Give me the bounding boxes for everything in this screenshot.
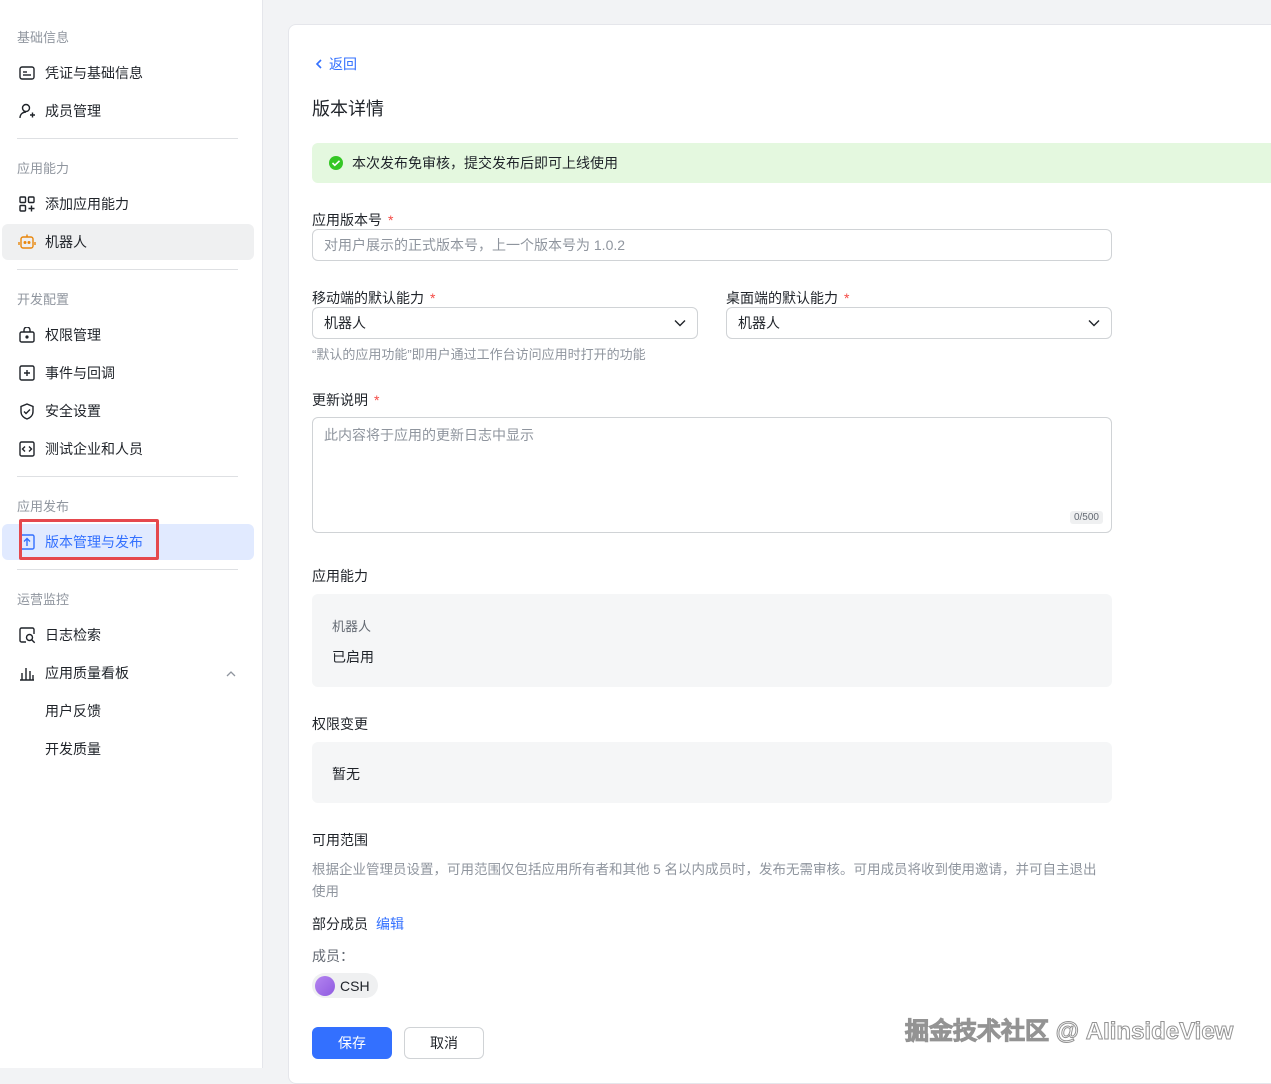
sidebar-item-label: 机器人	[45, 234, 87, 250]
sidebar-item-label: 成员管理	[45, 103, 101, 119]
event-icon	[18, 364, 36, 382]
group-publish: 应用发布	[17, 499, 70, 514]
chevron-down-icon	[1088, 320, 1100, 327]
select-value: 机器人	[738, 315, 780, 331]
user-add-icon	[18, 102, 36, 120]
notice-text: 本次发布免审核，提交发布后即可上线使用	[352, 155, 618, 171]
sidebar-item-label: 测试企业和人员	[45, 441, 143, 457]
sidebar-item-label: 日志检索	[45, 627, 101, 643]
sidebar-item-logs[interactable]: 日志检索	[2, 617, 254, 653]
ability-label: 应用能力	[312, 568, 368, 584]
sidebar: 基础信息 凭证与基础信息 成员管理 应用能力 添加应用能力 机器人 开发配置 权…	[0, 0, 263, 1068]
version-label: 应用版本号 *	[312, 212, 394, 228]
mobile-default-select[interactable]: 机器人	[312, 307, 698, 339]
sidebar-item-label: 添加应用能力	[45, 196, 129, 212]
perm-box: 暂无	[312, 742, 1112, 803]
sidebar-item-label: 权限管理	[45, 327, 101, 343]
notes-textarea[interactable]: 此内容将于应用的更新日志中显示 0/500	[312, 417, 1112, 533]
scope-label: 可用范围	[312, 832, 368, 848]
sidebar-item-label: 版本管理与发布	[45, 534, 143, 550]
member-chip[interactable]: CSH	[312, 973, 378, 998]
divider	[17, 569, 238, 570]
code-icon	[18, 440, 36, 458]
edit-link[interactable]: 编辑	[376, 916, 404, 932]
divider	[17, 476, 238, 477]
scope-type: 部分成员	[312, 916, 368, 932]
perm-value: 暂无	[332, 766, 360, 782]
lock-icon	[18, 326, 36, 344]
divider	[17, 138, 238, 139]
chevron-up-icon[interactable]	[226, 665, 236, 681]
grid-add-icon	[18, 195, 36, 213]
sidebar-item-dev-quality[interactable]: 开发质量	[2, 731, 254, 767]
robot-icon	[18, 233, 36, 251]
ability-status: 已启用	[332, 649, 374, 665]
sidebar-item-label: 应用质量看板	[45, 665, 129, 681]
cancel-button[interactable]: 取消	[404, 1027, 484, 1059]
mobile-label: 移动端的默认能力 *	[312, 290, 436, 306]
divider	[17, 269, 238, 270]
desktop-label: 桌面端的默认能力 *	[726, 290, 850, 306]
sidebar-item-add-ability[interactable]: 添加应用能力	[2, 186, 254, 222]
upload-icon	[18, 533, 36, 551]
sidebar-item-quality-board[interactable]: 应用质量看板	[2, 655, 254, 691]
sidebar-item-label: 事件与回调	[45, 365, 115, 381]
log-search-icon	[18, 626, 36, 644]
notes-label: 更新说明 *	[312, 392, 380, 408]
scope-desc: 根据企业管理员设置，可用范围仅包括应用所有者和其他 5 名以内成员时，发布无需审…	[312, 862, 1097, 899]
scope-row: 部分成员 编辑	[312, 914, 404, 934]
version-input[interactable]: 对用户展示的正式版本号，上一个版本号为 1.0.2	[312, 229, 1112, 261]
page-title: 版本详情	[312, 99, 384, 119]
sidebar-item-credentials[interactable]: 凭证与基础信息	[2, 55, 254, 91]
watermark: 掘金技术社区 @ AIinsideView	[904, 1018, 1234, 1046]
chevron-left-icon	[315, 59, 322, 69]
group-monitor: 运营监控	[17, 592, 70, 607]
chevron-down-icon	[674, 320, 686, 327]
sidebar-item-label: 安全设置	[45, 403, 101, 419]
member-name: CSH	[340, 977, 370, 994]
save-button[interactable]: 保存	[312, 1027, 392, 1059]
card-icon	[18, 64, 36, 82]
version-detail-card: 返回 版本详情 本次发布免审核，提交发布后即可上线使用 应用版本号 * 对用户展示…	[288, 24, 1271, 1084]
perm-label: 权限变更	[312, 716, 368, 732]
notes-placeholder: 此内容将于应用的更新日志中显示	[324, 427, 534, 443]
desktop-default-select[interactable]: 机器人	[726, 307, 1112, 339]
sidebar-item-permissions[interactable]: 权限管理	[2, 317, 254, 353]
sidebar-item-security[interactable]: 安全设置	[2, 393, 254, 429]
char-count: 0/500	[1069, 511, 1103, 524]
avatar	[315, 975, 335, 996]
notice-banner: 本次发布免审核，提交发布后即可上线使用	[312, 143, 1271, 183]
ability-name: 机器人	[332, 619, 372, 634]
ability-box: 机器人 已启用	[312, 594, 1112, 687]
sidebar-item-label: 凭证与基础信息	[45, 65, 143, 81]
sidebar-item-test-tenant[interactable]: 测试企业和人员	[2, 431, 254, 467]
group-dev: 开发配置	[17, 292, 70, 307]
select-value: 机器人	[324, 315, 366, 331]
sidebar-item-events[interactable]: 事件与回调	[2, 355, 254, 391]
back-link[interactable]: 返回	[313, 54, 357, 74]
sidebar-item-feedback[interactable]: 用户反馈	[2, 693, 254, 729]
sidebar-item-members[interactable]: 成员管理	[2, 93, 254, 129]
shield-icon	[18, 402, 36, 420]
sidebar-item-bot[interactable]: 机器人	[2, 224, 254, 260]
members-label: 成员：	[312, 948, 354, 964]
group-basic: 基础信息	[17, 30, 70, 45]
sidebar-item-version-publish[interactable]: 版本管理与发布	[2, 524, 254, 560]
default-hint: “默认的应用功能”即用户通过工作台访问应用时打开的功能	[312, 347, 646, 362]
success-check-icon	[329, 156, 343, 170]
group-ability: 应用能力	[17, 161, 70, 176]
back-label: 返回	[329, 56, 357, 72]
bar-chart-icon	[18, 664, 36, 682]
